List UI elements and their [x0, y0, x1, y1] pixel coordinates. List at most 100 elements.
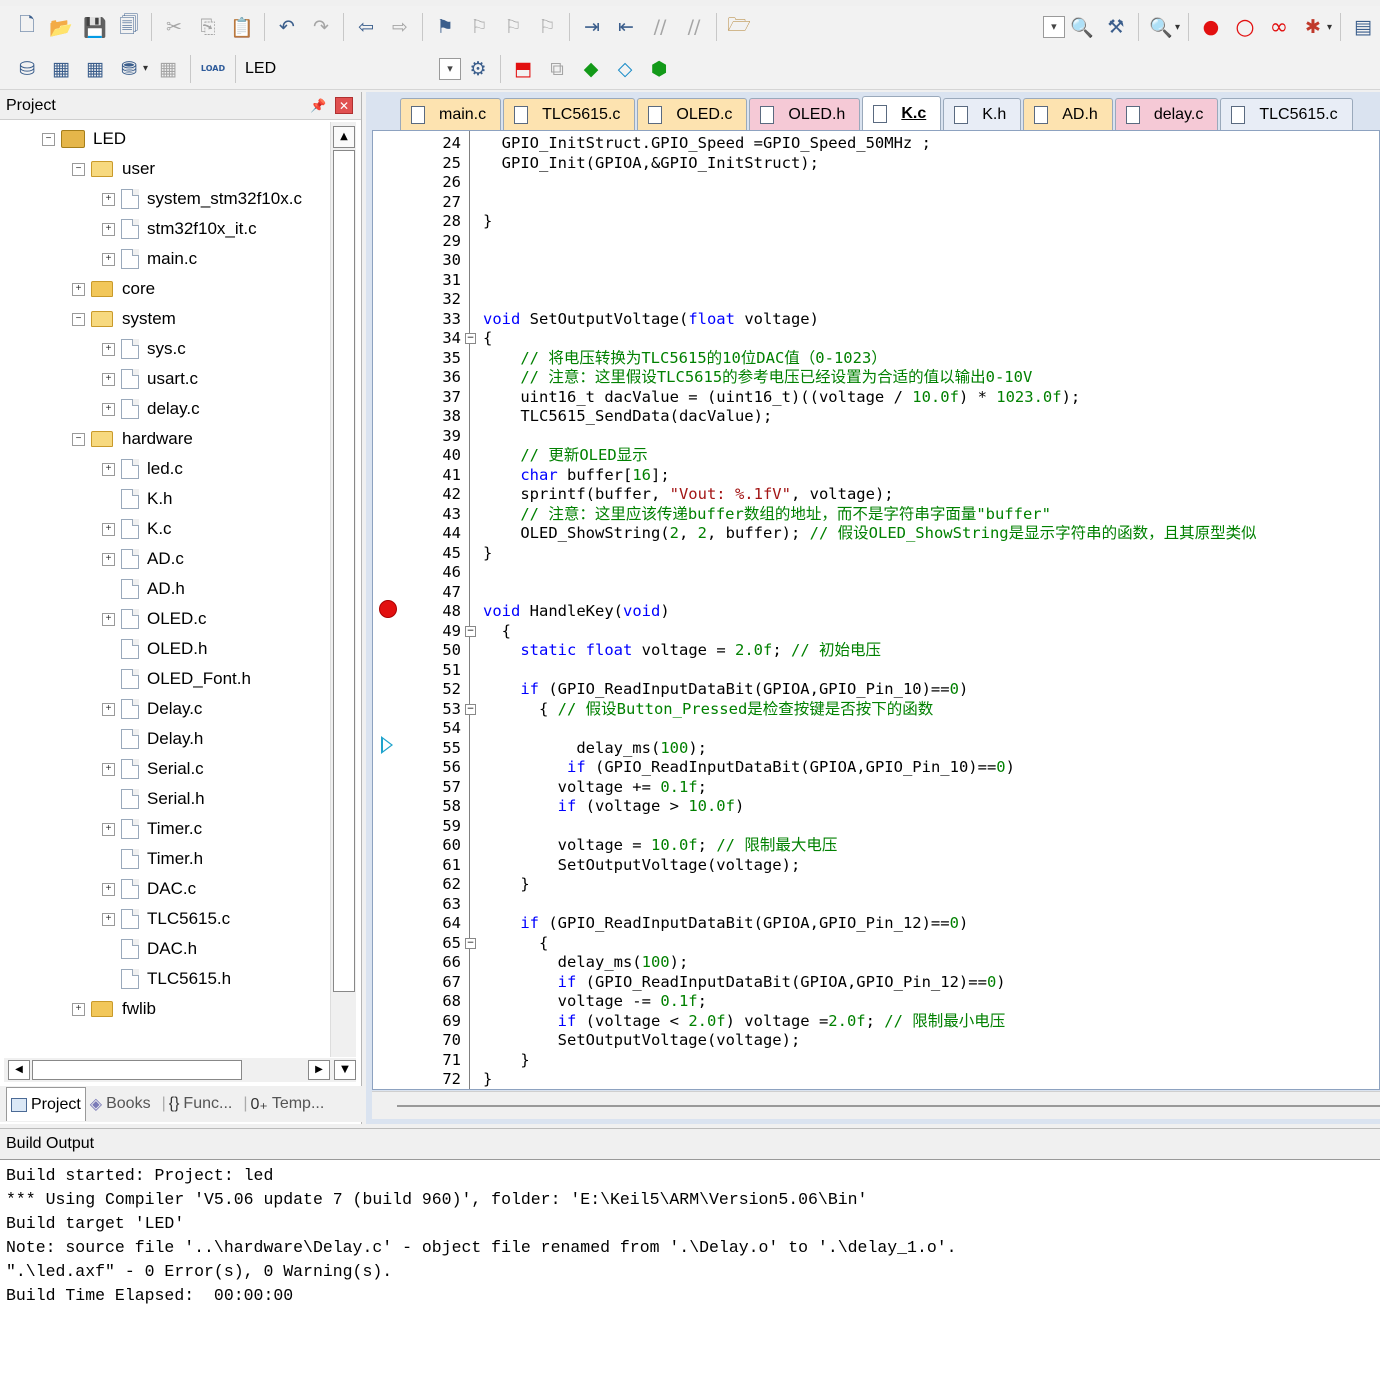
- tree-file[interactable]: DAC.h: [102, 934, 197, 964]
- expand-icon[interactable]: +: [102, 552, 115, 566]
- undo-icon[interactable]: ↶: [272, 12, 302, 42]
- expand-icon[interactable]: +: [102, 822, 115, 836]
- manage-packs-icon[interactable]: ◆: [576, 54, 606, 84]
- tree-folder[interactable]: + core: [72, 274, 155, 304]
- tree-file[interactable]: + AD.c: [102, 544, 184, 574]
- paste-icon[interactable]: 📋: [227, 12, 257, 42]
- fold-toggle-icon[interactable]: −: [465, 333, 476, 344]
- fold-toggle-icon[interactable]: −: [465, 625, 476, 637]
- tree-vertical-scrollbar[interactable]: ▲: [330, 122, 356, 1057]
- collapse-icon[interactable]: −: [42, 132, 55, 146]
- comment-icon[interactable]: //: [645, 12, 675, 42]
- editor-tab[interactable]: K.c: [862, 96, 942, 130]
- tree-file[interactable]: + usart.c: [102, 364, 198, 394]
- expand-icon[interactable]: +: [72, 282, 85, 296]
- pin-icon[interactable]: 📌: [310, 98, 326, 114]
- build-icon[interactable]: ▦: [46, 54, 76, 84]
- editor-tab[interactable]: OLED.c: [637, 98, 748, 130]
- close-icon[interactable]: ✕: [335, 97, 353, 114]
- tree-file[interactable]: + DAC.c: [102, 874, 196, 904]
- editor-tab[interactable]: AD.h: [1023, 98, 1113, 130]
- scroll-right-icon[interactable]: ▶: [308, 1060, 330, 1080]
- save-all-icon[interactable]: 🗐: [114, 12, 144, 42]
- code-editor[interactable]: 24 GPIO_InitStruct.GPIO_Speed =GPIO_Spee…: [372, 130, 1380, 1090]
- translate-icon[interactable]: ⛁: [12, 54, 42, 84]
- tree-file[interactable]: + delay.c: [102, 394, 200, 424]
- tree-file[interactable]: + K.c: [102, 514, 172, 544]
- expand-icon[interactable]: +: [102, 192, 115, 206]
- expand-icon[interactable]: +: [102, 342, 115, 356]
- expand-icon[interactable]: +: [102, 222, 115, 236]
- tree-file[interactable]: + led.c: [102, 454, 183, 484]
- editor-tab[interactable]: main.c: [400, 98, 502, 130]
- save-icon[interactable]: 💾: [80, 12, 110, 42]
- debug-start-icon[interactable]: 🔍: [1146, 12, 1176, 42]
- tree-file[interactable]: K.h: [102, 484, 173, 514]
- new-file-icon[interactable]: 🗋: [12, 12, 42, 42]
- tab-books[interactable]: ◈ Books: [86, 1087, 155, 1121]
- editor-tab[interactable]: delay.c: [1114, 98, 1219, 130]
- tree-file[interactable]: TLC5615.h: [102, 964, 231, 994]
- expand-icon[interactable]: +: [72, 1002, 85, 1016]
- tree-file[interactable]: OLED_Font.h: [102, 664, 251, 694]
- redo-icon[interactable]: ↷: [306, 12, 336, 42]
- editor-tab[interactable]: OLED.h: [749, 98, 861, 130]
- fold-toggle-icon[interactable]: −: [465, 937, 476, 949]
- nav-forward-icon[interactable]: ⇨: [385, 12, 415, 42]
- collapse-icon[interactable]: −: [72, 162, 85, 176]
- tree-file[interactable]: Serial.h: [102, 784, 205, 814]
- tree-file[interactable]: + main.c: [102, 244, 197, 274]
- configure-icon[interactable]: ⚒: [1101, 12, 1131, 42]
- breakpoint-disable-icon[interactable]: ○: [1230, 12, 1260, 42]
- tree-horizontal-scrollbar[interactable]: ◀ ▶ ▼: [4, 1058, 356, 1082]
- chevron-down-icon[interactable]: ▾: [143, 63, 148, 74]
- rebuild-icon[interactable]: ▦: [80, 54, 110, 84]
- tree-folder[interactable]: − user: [72, 154, 155, 184]
- open-file-icon[interactable]: 📂: [46, 12, 76, 42]
- breakpoint-kill-icon[interactable]: ∞: [1264, 12, 1294, 42]
- tab-project[interactable]: Project: [6, 1087, 86, 1121]
- collapse-icon[interactable]: −: [72, 432, 85, 446]
- load-download-button[interactable]: LOAD: [198, 54, 228, 84]
- breakpoint-marker[interactable]: [379, 600, 397, 618]
- chevron-down-icon[interactable]: ▾: [1175, 22, 1180, 33]
- tree-folder[interactable]: − hardware: [72, 424, 193, 454]
- tree-folder[interactable]: − system: [72, 304, 176, 334]
- tree-file[interactable]: Timer.h: [102, 844, 203, 874]
- target-options-icon[interactable]: ⚙: [463, 54, 493, 84]
- window-icon[interactable]: ✱: [1298, 12, 1328, 42]
- expand-icon[interactable]: +: [102, 702, 115, 716]
- find-dropdown-icon[interactable]: ▾: [1042, 16, 1065, 38]
- tree-file[interactable]: + Timer.c: [102, 814, 202, 844]
- scroll-up-icon[interactable]: ▲: [333, 126, 355, 148]
- editor-tab[interactable]: TLC5615.c: [503, 98, 636, 130]
- tree-file[interactable]: + Delay.c: [102, 694, 202, 724]
- indent-icon[interactable]: ⇥: [577, 12, 607, 42]
- find-in-files-icon[interactable]: 🗁: [724, 12, 754, 42]
- uncomment-icon[interactable]: //: [679, 12, 709, 42]
- tree-project[interactable]: − LED: [42, 124, 126, 154]
- configuration-wizard-icon[interactable]: ▤: [1348, 12, 1378, 42]
- scroll-thumb[interactable]: [333, 150, 355, 992]
- bookmark-prev-icon[interactable]: ⚐: [464, 12, 494, 42]
- copy-icon[interactable]: ⎘: [193, 12, 223, 42]
- collapse-icon[interactable]: −: [72, 312, 85, 326]
- target-select[interactable]: LED ▾: [241, 57, 462, 81]
- breakpoint-insert-icon[interactable]: ●: [1196, 12, 1226, 42]
- editor-horizontal-scrollbar[interactable]: [372, 1091, 1380, 1119]
- file-extensions-icon[interactable]: ⬒: [508, 54, 538, 84]
- scroll-thumb[interactable]: [397, 1105, 1380, 1107]
- tree-file[interactable]: OLED.h: [102, 634, 207, 664]
- expand-icon[interactable]: +: [102, 882, 115, 896]
- nav-back-icon[interactable]: ⇦: [351, 12, 381, 42]
- chevron-down-icon[interactable]: ▾: [1327, 22, 1332, 33]
- tree-folder[interactable]: + fwlib: [72, 994, 156, 1024]
- unindent-icon[interactable]: ⇤: [611, 12, 641, 42]
- tab-functions[interactable]: |{} Func...: [155, 1087, 237, 1121]
- incremental-find-icon[interactable]: 🔍: [1067, 12, 1097, 42]
- editor-tab[interactable]: TLC5615.c: [1220, 98, 1353, 130]
- tree-file[interactable]: + stm32f10x_it.c: [102, 214, 257, 244]
- tree-file[interactable]: + system_stm32f10x.c: [102, 184, 302, 214]
- expand-icon[interactable]: +: [102, 252, 115, 266]
- tree-file[interactable]: Delay.h: [102, 724, 203, 754]
